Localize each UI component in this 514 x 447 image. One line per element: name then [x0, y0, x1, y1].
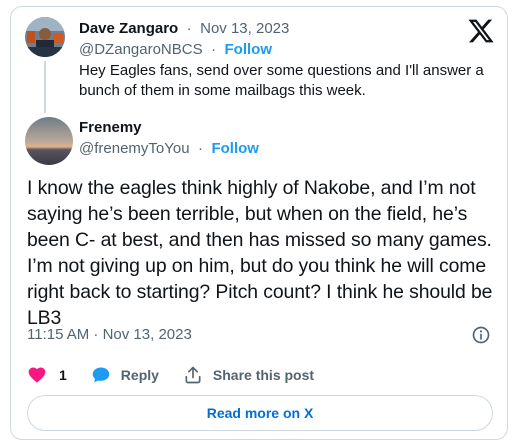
reply-button[interactable]: Reply [91, 365, 159, 385]
share-button[interactable]: Share this post [183, 365, 314, 385]
share-label: Share this post [212, 367, 315, 383]
read-more-button[interactable]: Read more on X [27, 395, 493, 431]
reply-follow-link[interactable]: Follow [211, 140, 259, 157]
parent-follow-link[interactable]: Follow [225, 41, 273, 58]
thread-connector-line [44, 61, 46, 113]
x-logo-icon[interactable] [467, 17, 495, 45]
embedded-post-card: Dave Zangaro · Nov 13, 2023 @DZangaroNBC… [10, 6, 508, 440]
like-count: 1 [59, 367, 67, 383]
reply-bubble-icon [92, 367, 110, 383]
parent-post-text: Hey Eagles fans, send over some question… [79, 62, 484, 99]
parent-author-avatar[interactable] [25, 17, 65, 57]
reply-label: Reply [120, 367, 159, 383]
like-button[interactable]: 1 [27, 365, 67, 385]
reply-author-row: Frenemy [79, 117, 142, 139]
share-icon [185, 366, 201, 384]
reply-author-name[interactable]: Frenemy [79, 119, 142, 136]
reply-author-handle[interactable]: @frenemyToYou [79, 140, 190, 157]
action-bar: 1 Reply Share this post [27, 363, 338, 387]
parent-post-date[interactable]: Nov 13, 2023 [200, 20, 289, 37]
post-timestamp[interactable]: 11:15 AM · Nov 13, 2023 [27, 325, 192, 345]
separator-dot: · [211, 41, 217, 58]
heart-icon [28, 367, 46, 383]
parent-author-name[interactable]: Dave Zangaro [79, 20, 178, 37]
parent-handle-row: @DZangaroNBCS · Follow [79, 40, 272, 60]
parent-author-row: Dave Zangaro · Nov 13, 2023 [79, 19, 289, 39]
parent-author-handle[interactable]: @DZangaroNBCS [79, 41, 203, 58]
separator-dot: · [186, 20, 192, 37]
reply-post-text: I know the eagles think highly of Nakobe… [27, 177, 493, 329]
reply-handle-row: @frenemyToYou · Follow [79, 138, 259, 160]
info-icon[interactable] [471, 325, 491, 345]
separator-dot: · [198, 140, 204, 157]
reply-author-avatar[interactable] [25, 117, 73, 165]
